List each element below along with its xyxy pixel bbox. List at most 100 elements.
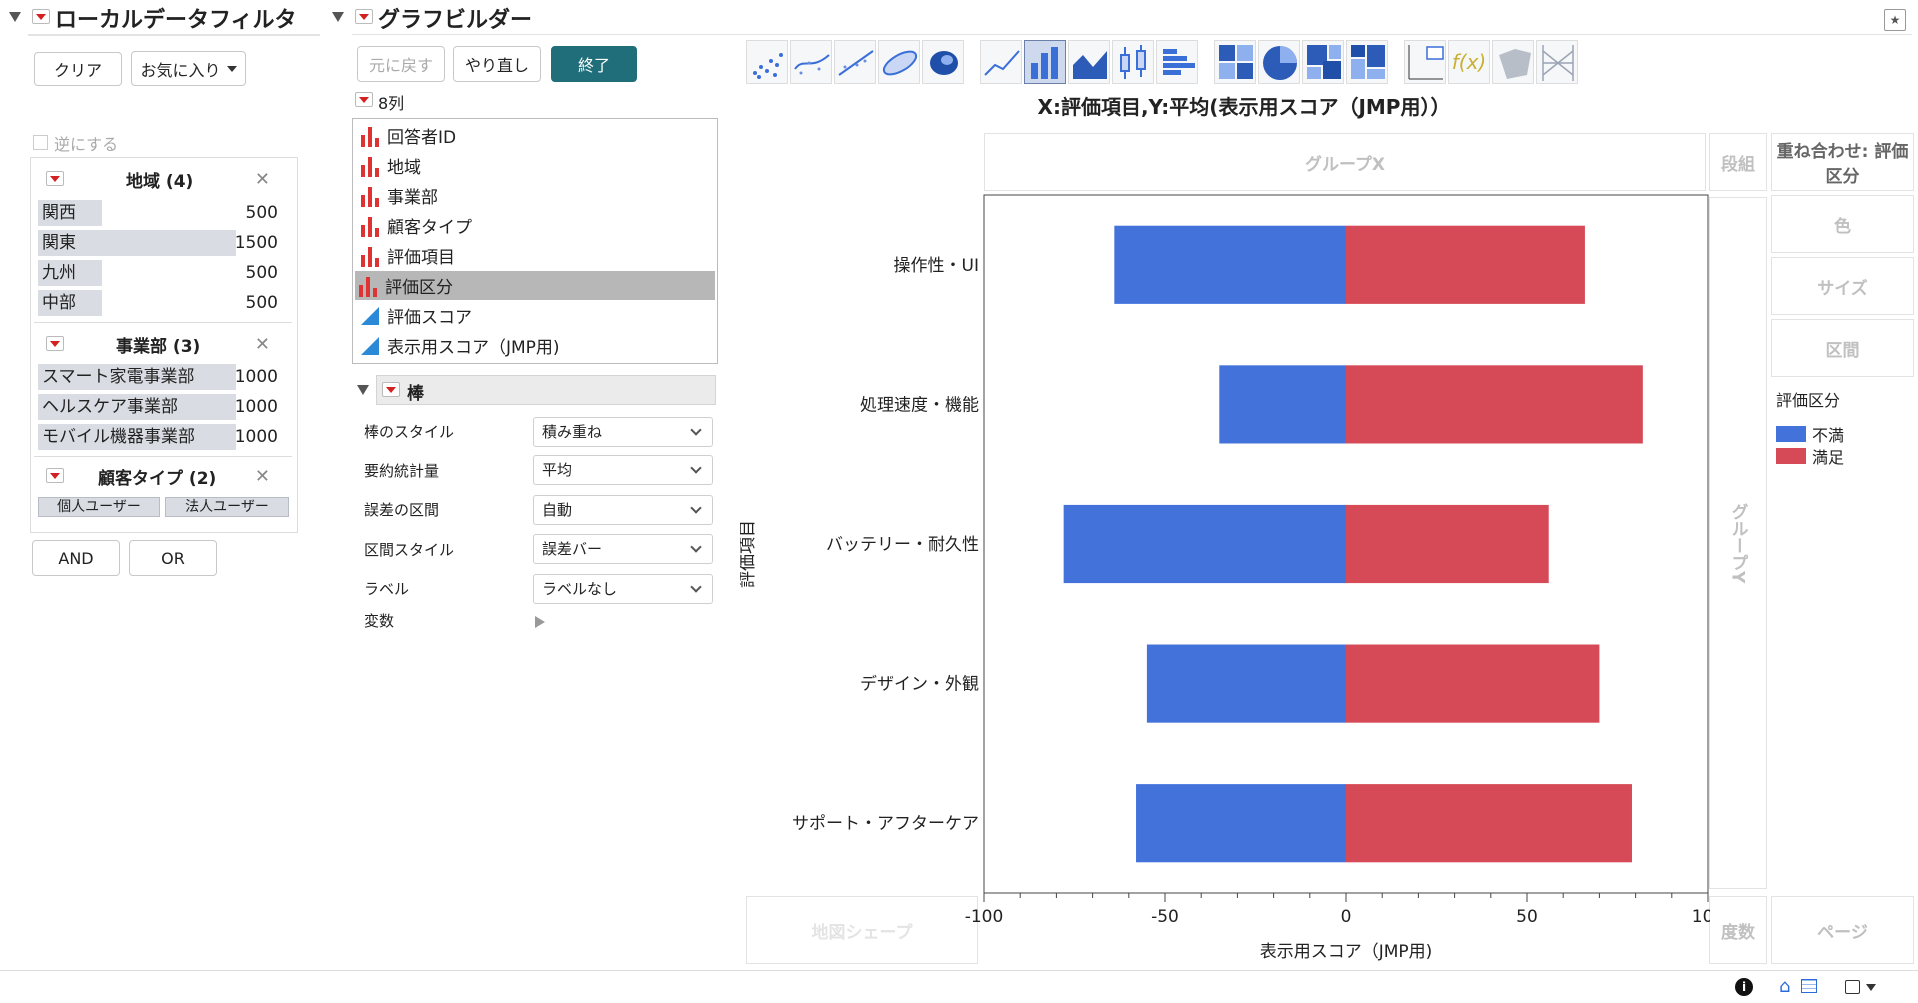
group-menu-icon[interactable] bbox=[46, 171, 64, 186]
list-item[interactable]: 中部 500 bbox=[38, 290, 278, 316]
interval-label: 区間 bbox=[1825, 340, 1860, 361]
column-item[interactable]: 表示用スコア（JMP用) bbox=[357, 331, 713, 360]
info-icon[interactable]: i bbox=[1735, 978, 1753, 996]
wrap-label: 段組 bbox=[1721, 154, 1755, 175]
heatmap-icon[interactable] bbox=[1214, 40, 1256, 84]
overlay-zone[interactable]: 重ね合わせ: 評価区分 bbox=[1771, 133, 1914, 191]
done-button[interactable]: 終了 bbox=[551, 46, 637, 82]
box-plot-icon[interactable] bbox=[1112, 40, 1154, 84]
label-option-label: ラベル bbox=[364, 580, 410, 598]
redo-button[interactable]: やり直し bbox=[453, 46, 541, 82]
interval-style-select[interactable]: 誤差バー bbox=[533, 534, 713, 564]
graph-builder-title: グラフビルダー bbox=[378, 8, 533, 33]
formula-icon[interactable]: f(x) bbox=[1448, 40, 1490, 84]
ellipse-icon[interactable] bbox=[878, 40, 920, 84]
favorites-dropdown[interactable]: お気に入り bbox=[131, 51, 246, 86]
column-name: 評価スコア bbox=[387, 308, 472, 328]
y-tick-label: デザイン・外観 bbox=[860, 674, 979, 695]
undo-button[interactable]: 元に戻す bbox=[357, 46, 445, 82]
select-value: 積み重ね bbox=[542, 423, 603, 441]
continuous-triangle-icon bbox=[359, 305, 381, 327]
page-zone[interactable]: ページ bbox=[1771, 896, 1914, 964]
clear-button[interactable]: クリア bbox=[34, 52, 122, 86]
window-icon[interactable] bbox=[1845, 980, 1860, 994]
line-of-fit-icon[interactable] bbox=[834, 40, 876, 84]
points-icon[interactable] bbox=[746, 40, 788, 84]
group-menu-icon[interactable] bbox=[46, 468, 64, 483]
invert-checkbox[interactable] bbox=[33, 135, 48, 150]
interval-zone[interactable]: 区間 bbox=[1771, 319, 1914, 377]
list-item[interactable]: モバイル機器事業部 1000 bbox=[38, 424, 278, 450]
smoother-icon[interactable] bbox=[790, 40, 832, 84]
group-y-zone[interactable]: グループY bbox=[1709, 197, 1767, 889]
list-item[interactable]: 関西 500 bbox=[38, 200, 278, 226]
table-icon[interactable] bbox=[1801, 979, 1817, 993]
summary-stat-select[interactable]: 平均 bbox=[533, 455, 713, 485]
bar-segment bbox=[1346, 504, 1549, 584]
close-icon[interactable]: ✕ bbox=[255, 334, 270, 355]
column-name: 表示用スコア（JMP用) bbox=[387, 338, 560, 358]
freq-zone[interactable]: 度数 bbox=[1709, 896, 1767, 964]
histogram-icon[interactable] bbox=[1156, 40, 1198, 84]
legend-item[interactable]: 満足 bbox=[1776, 445, 1911, 467]
column-item[interactable]: 事業部 bbox=[357, 181, 713, 210]
area-icon[interactable] bbox=[1068, 40, 1110, 84]
dropdown-caret-icon bbox=[226, 65, 237, 72]
or-button[interactable]: OR bbox=[129, 540, 217, 576]
customer-type-button[interactable]: 個人ユーザー bbox=[38, 497, 160, 517]
group-menu-icon[interactable] bbox=[46, 336, 64, 351]
label-option-select[interactable]: ラベルなし bbox=[533, 574, 713, 604]
legend-item[interactable]: 不満 bbox=[1776, 423, 1911, 445]
column-item[interactable]: 顧客タイプ bbox=[357, 211, 713, 240]
mosaic-icon[interactable] bbox=[1346, 40, 1388, 84]
item-label: ヘルスケア事業部 bbox=[38, 394, 236, 420]
bar-chart[interactable]: X:評価項目,Y:平均(表示用スコア（JMP用）） 操作性・UI 処理速度・機能バッ… bbox=[740, 90, 1710, 970]
variables-label: 変数 bbox=[364, 612, 395, 630]
bar-section-toggle[interactable] bbox=[357, 385, 369, 395]
color-zone[interactable]: 色 bbox=[1771, 195, 1914, 253]
column-item[interactable]: 評価項目 bbox=[357, 241, 713, 270]
nominal-bar-icon bbox=[359, 215, 381, 237]
bar-style-select[interactable]: 積み重ね bbox=[533, 417, 713, 447]
divider bbox=[34, 456, 292, 457]
item-count: 500 bbox=[245, 203, 278, 223]
filter-outline-toggle[interactable] bbox=[9, 12, 21, 22]
list-item[interactable]: ヘルスケア事業部 1000 bbox=[38, 394, 278, 420]
bar-icon[interactable] bbox=[1024, 40, 1066, 84]
list-item[interactable]: 九州 500 bbox=[38, 260, 278, 286]
and-button[interactable]: AND bbox=[32, 540, 120, 576]
column-item[interactable]: 回答者ID bbox=[357, 121, 713, 150]
bar-menu-icon[interactable] bbox=[382, 382, 400, 397]
treemap-icon[interactable] bbox=[1302, 40, 1344, 84]
column-item-selected[interactable]: 評価区分 bbox=[355, 271, 715, 300]
bar-segment bbox=[1346, 644, 1600, 723]
map-shape-icon[interactable] bbox=[1492, 40, 1534, 84]
filter-title-underline bbox=[28, 34, 320, 36]
parallel-icon[interactable] bbox=[1536, 40, 1578, 84]
size-zone[interactable]: サイズ bbox=[1771, 257, 1914, 315]
variables-expand-icon[interactable] bbox=[535, 616, 545, 628]
pie-icon[interactable] bbox=[1258, 40, 1300, 84]
bar-segment bbox=[1346, 365, 1643, 444]
chevron-down-icon[interactable] bbox=[1866, 984, 1876, 991]
chevron-down-icon bbox=[690, 462, 702, 474]
error-interval-select[interactable]: 自動 bbox=[533, 495, 713, 525]
caption-box-icon[interactable] bbox=[1404, 40, 1446, 84]
graph-outline-toggle[interactable] bbox=[332, 12, 344, 22]
filter-menu-icon[interactable] bbox=[32, 9, 50, 24]
home-icon[interactable]: ⌂ bbox=[1779, 976, 1790, 997]
wrap-zone[interactable]: 段組 bbox=[1709, 133, 1767, 191]
list-item[interactable]: 関東 1500 bbox=[38, 230, 278, 256]
columns-menu-icon[interactable] bbox=[355, 92, 373, 107]
customer-type-button[interactable]: 法人ユーザー bbox=[165, 497, 289, 517]
column-name: 評価区分 bbox=[385, 278, 453, 298]
close-icon[interactable]: ✕ bbox=[255, 169, 270, 190]
column-item[interactable]: 地域 bbox=[357, 151, 713, 180]
column-item[interactable]: 評価スコア bbox=[357, 301, 713, 330]
contour-icon[interactable] bbox=[922, 40, 964, 84]
list-item[interactable]: スマート家電事業部 1000 bbox=[38, 364, 278, 390]
graph-menu-icon[interactable] bbox=[355, 9, 373, 24]
close-icon[interactable]: ✕ bbox=[255, 466, 270, 487]
pin-icon[interactable]: ★ bbox=[1884, 9, 1906, 31]
line-icon[interactable] bbox=[980, 40, 1022, 84]
